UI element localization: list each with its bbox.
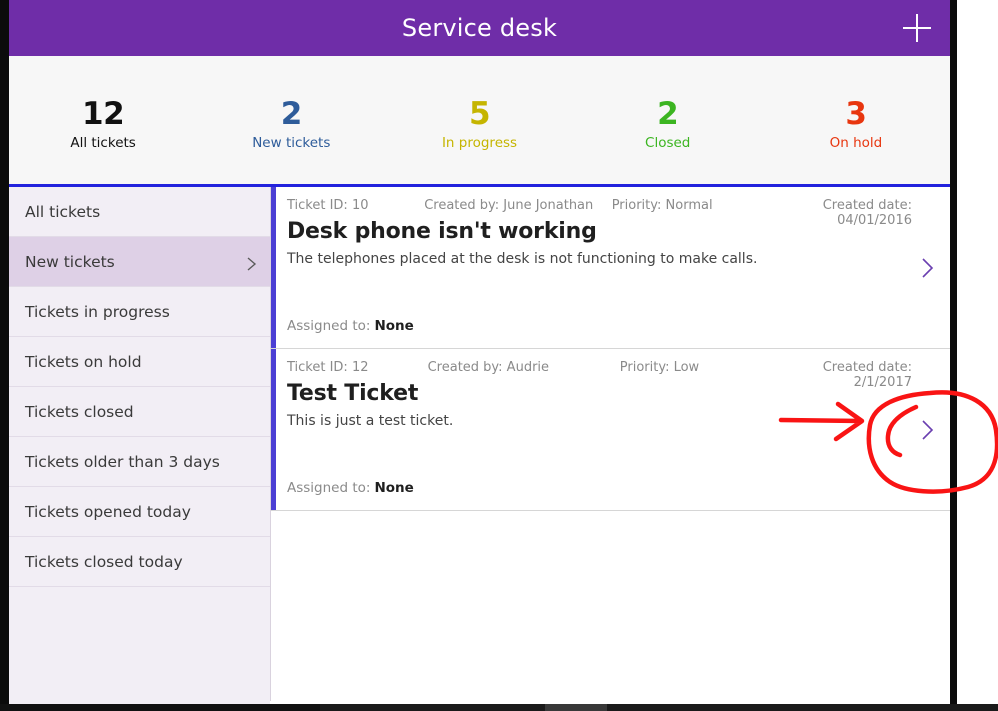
ticket-created-date-label: Created date: 2/1/2017	[822, 360, 912, 390]
stat-closed[interactable]: 2 Closed	[574, 92, 762, 152]
stat-label: New tickets	[252, 135, 331, 152]
sidebar-item-label: Tickets older than 3 days	[25, 452, 220, 471]
ticket-accent-bar	[271, 187, 276, 348]
ticket-assigned-label: Assigned to:	[287, 318, 371, 334]
device-edge-right	[950, 0, 957, 707]
sidebar-item-label: Tickets closed	[25, 402, 134, 421]
app-body: All tickets New tickets Tickets in progr…	[9, 187, 950, 704]
plus-icon[interactable]	[900, 11, 934, 45]
ticket-assigned-to: Assigned to: None	[287, 318, 414, 334]
stat-label: All tickets	[70, 135, 136, 152]
app-header: Service desk	[9, 0, 950, 56]
device-navbar-handle	[545, 704, 607, 711]
screen-root: Service desk 12 All tickets 2 New ticket…	[0, 0, 998, 711]
sidebar-empty-area	[9, 587, 270, 704]
device-edge-left	[0, 0, 9, 707]
stat-all-tickets[interactable]: 12 All tickets	[9, 92, 197, 152]
sidebar-item-label: Tickets opened today	[25, 502, 191, 521]
page-title: Service desk	[401, 14, 558, 42]
sidebar-item-label: Tickets closed today	[25, 552, 183, 571]
stat-value: 2	[280, 95, 303, 132]
chevron-right-icon[interactable]	[918, 255, 938, 281]
sidebar-item-tickets-on-hold[interactable]: Tickets on hold	[9, 337, 270, 387]
ticket-assigned-value: None	[374, 480, 414, 496]
ticket-title: Desk phone isn't working	[287, 219, 597, 244]
ticket-accent-bar	[271, 349, 276, 510]
sidebar-item-label: Tickets on hold	[25, 352, 142, 371]
ticket-card[interactable]: Ticket ID: 12 Created by: Audrie Priorit…	[271, 349, 950, 511]
app-window: Service desk 12 All tickets 2 New ticket…	[9, 0, 950, 704]
sidebar-item-tickets-in-progress[interactable]: Tickets in progress	[9, 287, 270, 337]
sidebar-item-label: New tickets	[25, 252, 115, 271]
stat-label: On hold	[829, 135, 883, 152]
stat-value: 12	[82, 95, 125, 132]
sidebar-item-label: Tickets in progress	[25, 302, 170, 321]
sidebar-item-tickets-closed[interactable]: Tickets closed	[9, 387, 270, 437]
sidebar-item-all-tickets[interactable]: All tickets	[9, 187, 270, 237]
sidebar: All tickets New tickets Tickets in progr…	[9, 187, 271, 704]
ticket-description: This is just a test ticket.	[287, 413, 454, 429]
ticket-assigned-label: Assigned to:	[287, 480, 371, 496]
stat-in-progress[interactable]: 5 In progress	[385, 92, 573, 152]
ticket-list: Ticket ID: 10 Created by: June Jonathan …	[271, 187, 950, 701]
chevron-right-icon	[246, 256, 258, 271]
device-navbar-strip	[320, 704, 998, 711]
ticket-description: The telephones placed at the desk is not…	[287, 251, 758, 267]
stat-on-hold[interactable]: 3 On hold	[762, 92, 950, 152]
sidebar-item-tickets-closed-today[interactable]: Tickets closed today	[9, 537, 270, 587]
chevron-right-icon[interactable]	[918, 417, 938, 443]
ticket-card[interactable]: Ticket ID: 10 Created by: June Jonathan …	[271, 187, 950, 349]
stat-value: 5	[468, 95, 491, 132]
stats-strip: 12 All tickets 2 New tickets 5 In progre…	[9, 56, 950, 187]
stat-value: 2	[657, 95, 679, 132]
sidebar-item-tickets-opened-today[interactable]: Tickets opened today	[9, 487, 270, 537]
stat-new-tickets[interactable]: 2 New tickets	[197, 92, 385, 152]
ticket-assigned-to: Assigned to: None	[287, 480, 414, 496]
ticket-created-by-label: Created by: Audrie	[427, 360, 550, 375]
stat-value: 3	[845, 95, 867, 132]
ticket-priority-label: Priority: Low	[619, 360, 700, 375]
ticket-priority-label: Priority: Normal	[611, 198, 713, 213]
sidebar-item-tickets-older-than-3-days[interactable]: Tickets older than 3 days	[9, 437, 270, 487]
stat-label: Closed	[645, 135, 691, 152]
sidebar-item-label: All tickets	[25, 202, 101, 221]
plus-icon-vertical-bar	[916, 14, 918, 42]
stat-label: In progress	[441, 135, 518, 152]
ticket-title: Test Ticket	[287, 381, 419, 406]
sidebar-item-new-tickets[interactable]: New tickets	[9, 237, 270, 287]
ticket-assigned-value: None	[374, 318, 414, 334]
ticket-created-date-label: Created date: 04/01/2016	[822, 198, 912, 228]
